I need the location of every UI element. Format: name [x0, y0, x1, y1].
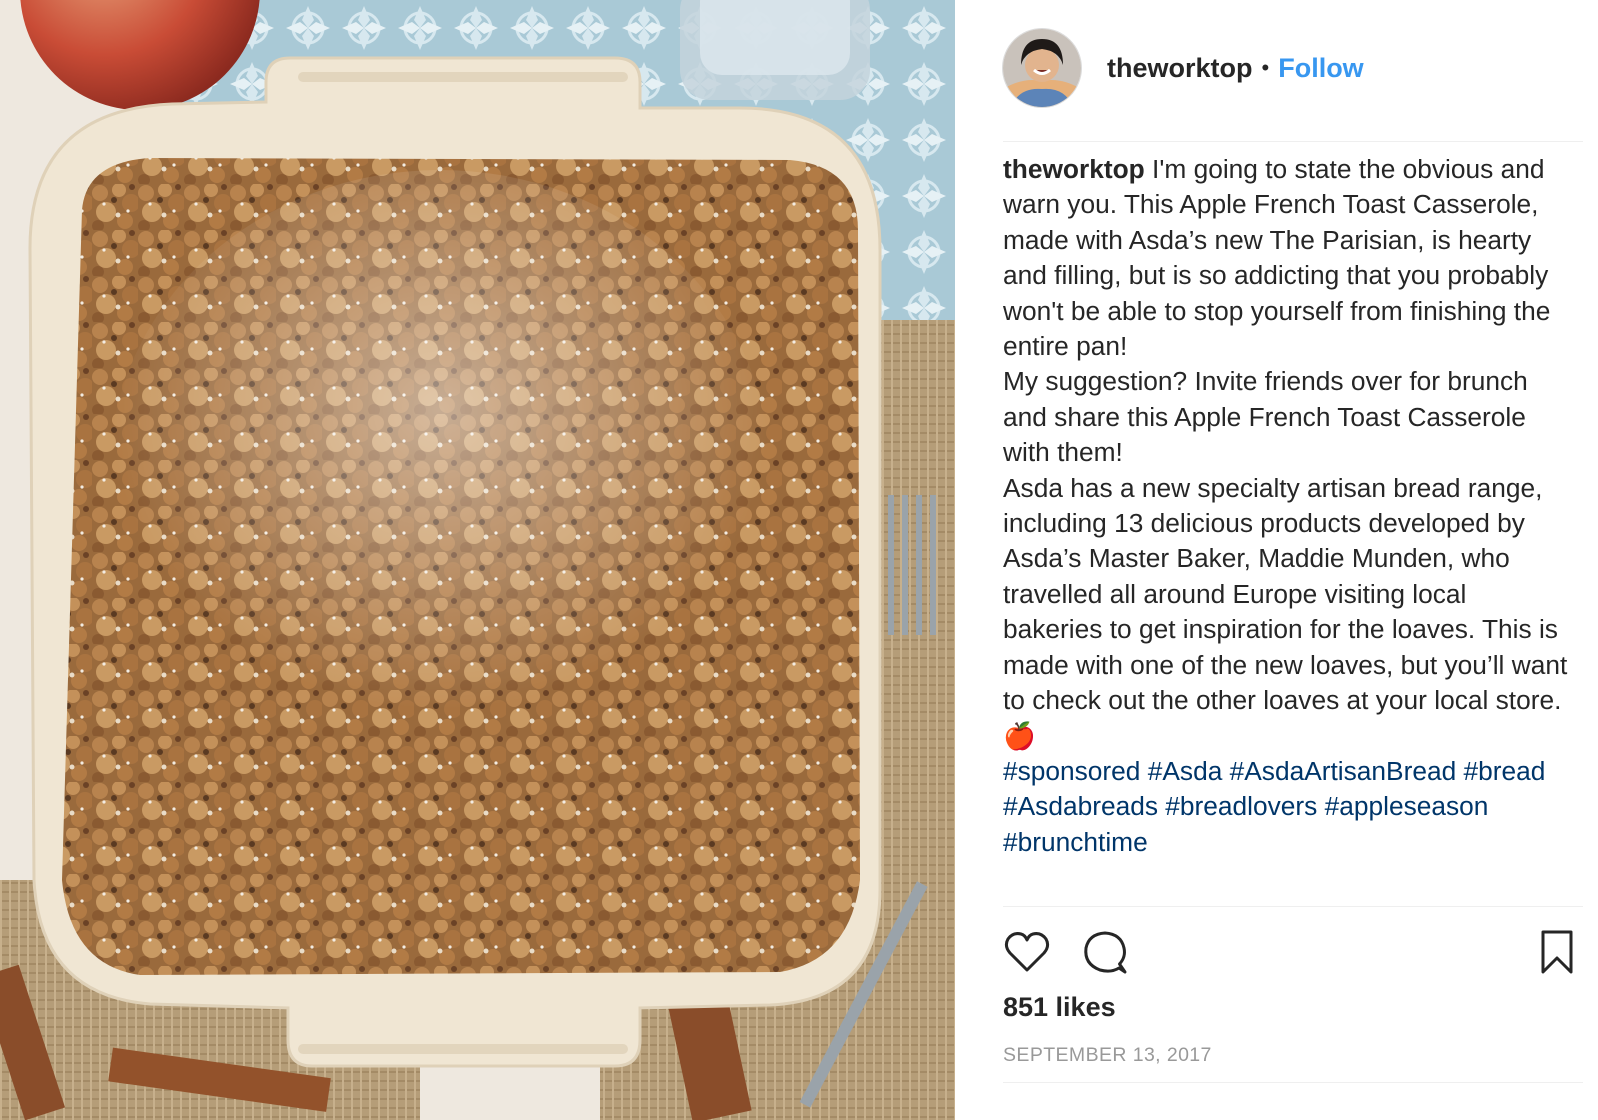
hashtag-breadlovers[interactable]: #breadlovers [1165, 791, 1317, 821]
post-caption: theworktop I'm going to state the obviou… [1003, 152, 1573, 860]
bottom-divider [1003, 1082, 1583, 1083]
apple-emoji: 🍎 [1003, 720, 1036, 751]
caption-username[interactable]: theworktop [1003, 154, 1145, 184]
bookmark-outline-icon[interactable] [1535, 928, 1579, 981]
hashtag-appleseason[interactable]: #appleseason [1325, 791, 1489, 821]
post-header: theworktop • Follow [1003, 28, 1583, 108]
heart-outline-icon[interactable] [1003, 928, 1051, 981]
caption-divider [1003, 906, 1583, 907]
profile-photo [1003, 29, 1081, 107]
casserole-photo [0, 0, 955, 1120]
post-photo[interactable] [0, 0, 955, 1120]
hashtag-bread[interactable]: #bread [1464, 756, 1546, 786]
post-details-panel: theworktop • Follow theworktop I'm going… [955, 0, 1598, 1120]
avatar[interactable] [1003, 29, 1081, 107]
hashtag-asda[interactable]: #Asda [1148, 756, 1223, 786]
hashtag-asdabreads[interactable]: #Asdabreads [1003, 791, 1158, 821]
hashtag-asdaartisanbread[interactable]: #AsdaArtisanBread [1230, 756, 1457, 786]
caption-paragraph-3: Asda has a new specialty artisan bread r… [1003, 472, 1575, 716]
post-date[interactable]: SEPTEMBER 13, 2017 [1003, 1044, 1212, 1067]
hashtag-brunchtime[interactable]: #brunchtime [1003, 827, 1148, 857]
likes-count[interactable]: 851 likes [1003, 992, 1116, 1023]
hashtag-sponsored[interactable]: #sponsored [1003, 756, 1140, 786]
caption-paragraph-2: My suggestion? Invite friends over for b… [1003, 366, 1536, 468]
speech-bubble-icon[interactable] [1081, 928, 1129, 981]
header-divider [1003, 141, 1583, 142]
caption-paragraph-1: I'm going to state the obvious and warn … [1003, 154, 1558, 362]
action-bar [1003, 928, 1583, 984]
follow-button[interactable]: Follow [1278, 53, 1363, 84]
username-link[interactable]: theworktop [1107, 53, 1253, 84]
separator-dot: • [1261, 55, 1270, 80]
